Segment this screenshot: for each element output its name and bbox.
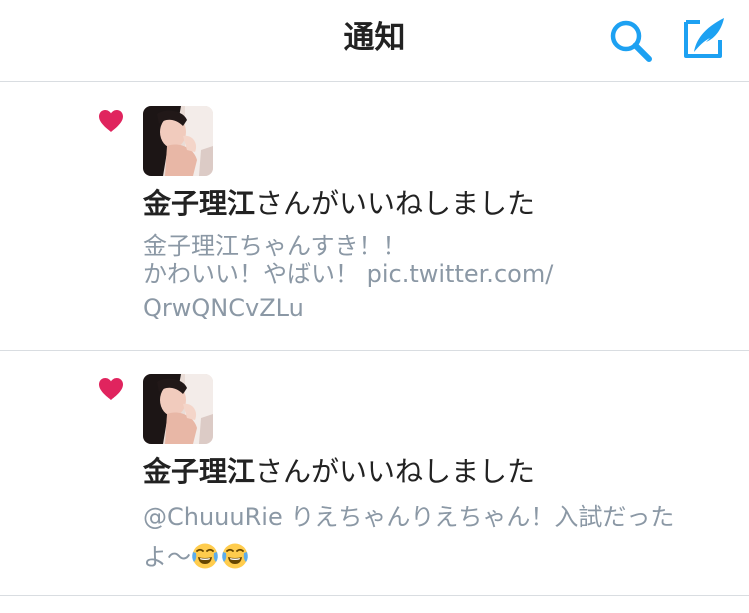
tweet-link-line: QrwQNCvZLu — [143, 294, 304, 322]
navigation-bar: 通知 — [0, 0, 749, 82]
user-name[interactable]: 金子理江 — [143, 187, 255, 220]
compose-tweet-icon — [684, 18, 724, 58]
liked-tweet-text[interactable]: @ChuuuRie りえちゃんりえちゃん！入試だった よ〜 — [143, 497, 703, 577]
search-button[interactable] — [608, 18, 654, 64]
user-name[interactable]: 金子理江 — [143, 455, 255, 488]
notifications-screen: 通知 金子理江さんがいいねしました 金子理江ちゃんすき！！ かわいい！やばい！ … — [0, 0, 749, 613]
notification-item[interactable]: 金子理江さんがいいねしました @ChuuuRie りえちゃんりえちゃん！入試だっ… — [0, 351, 749, 596]
avatar[interactable] — [143, 374, 213, 444]
tweet-text-line: @ChuuuRie りえちゃんりえちゃん！入試だった — [143, 503, 675, 531]
compose-tweet-button[interactable] — [680, 14, 728, 62]
liked-tweet-text[interactable]: 金子理江ちゃんすき！！ かわいい！やばい！ pic.twitter.com/ Q… — [143, 232, 703, 322]
face-with-tears-of-joy-icon — [192, 543, 218, 569]
notification-item[interactable]: 金子理江さんがいいねしました 金子理江ちゃんすき！！ かわいい！やばい！ pic… — [0, 82, 749, 351]
notification-action: 金子理江さんがいいねしました — [143, 184, 535, 224]
search-icon — [610, 20, 652, 62]
avatar-image — [143, 374, 213, 444]
avatar[interactable] — [143, 106, 213, 176]
tweet-text-line-with-emoji: よ〜 — [143, 537, 703, 577]
tweet-text-fragment: よ〜 — [143, 543, 191, 571]
face-with-tears-of-joy-icon — [222, 543, 248, 569]
tweet-text-line: 金子理江ちゃんすき！！ — [143, 232, 407, 260]
notification-action: 金子理江さんがいいねしました — [143, 452, 535, 492]
tweet-text-line: かわいい！やばい！ pic.twitter.com/ — [143, 260, 554, 288]
heart-icon — [99, 378, 123, 400]
action-text: さんがいいねしました — [255, 455, 536, 488]
action-text: さんがいいねしました — [255, 187, 536, 220]
heart-icon — [99, 110, 123, 132]
avatar-image — [143, 106, 213, 176]
